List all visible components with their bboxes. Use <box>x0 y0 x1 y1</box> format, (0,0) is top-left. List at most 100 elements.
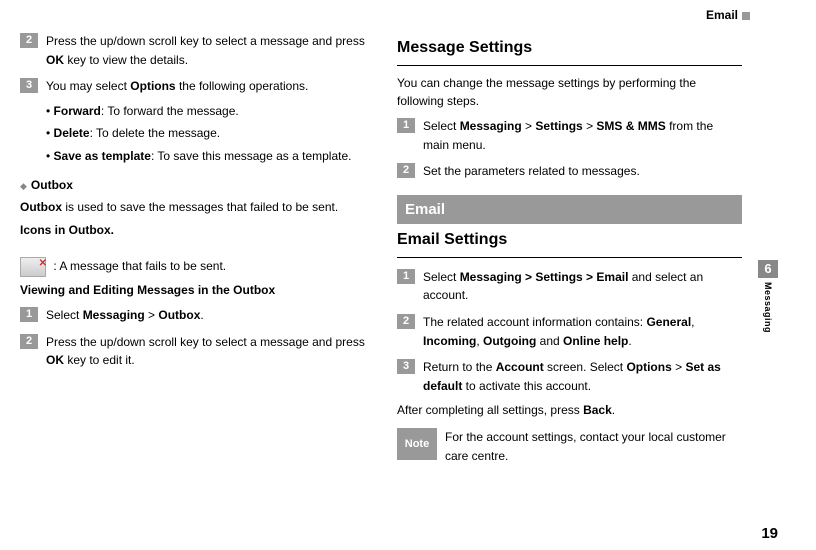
text: : A message that fails to be sent. <box>53 260 226 274</box>
chapter-number: 6 <box>758 260 778 278</box>
step-item: 3 Return to the Account screen. Select O… <box>397 358 742 395</box>
step-number-badge: 2 <box>20 33 38 48</box>
text: . <box>200 308 203 322</box>
step-text: Select Messaging > Outbox. <box>46 306 365 325</box>
header-square-icon <box>742 12 750 20</box>
bullet-item: • Save as template: To save this message… <box>46 147 365 166</box>
text: > <box>145 308 159 322</box>
text: You may select <box>46 79 130 93</box>
step-item: 1 Select Messaging > Settings > Email an… <box>397 268 742 305</box>
failed-message-icon <box>20 257 46 277</box>
text: Press the up/down scroll key to select a… <box>46 34 365 48</box>
text: After completing all settings, press <box>397 403 583 417</box>
text: and <box>536 334 563 348</box>
page-number: 19 <box>761 525 778 542</box>
text: Select <box>423 119 460 133</box>
text: Select <box>46 308 83 322</box>
step-number-badge: 1 <box>397 269 415 284</box>
step-number-badge: 1 <box>20 307 38 322</box>
step-text: You may select Options the following ope… <box>46 77 365 96</box>
text: > <box>522 119 536 133</box>
step-number-badge: 2 <box>20 334 38 349</box>
text: , <box>691 315 694 329</box>
step-text: Select Messaging > Settings > SMS & MMS … <box>423 117 742 154</box>
step-item: 2 The related account information contai… <box>397 313 742 350</box>
key-label: Settings <box>535 119 582 133</box>
step-text: Set the parameters related to messages. <box>423 162 742 181</box>
key-label: Account <box>496 360 544 374</box>
chapter-label: Messaging <box>763 282 773 333</box>
key-label: Messaging <box>460 119 522 133</box>
bullet-label: Delete <box>54 126 90 140</box>
bullet-text: : To forward the message. <box>101 104 239 118</box>
key-label: General <box>646 315 691 329</box>
note-block: Note For the account settings, contact y… <box>397 428 742 465</box>
bullet-item: • Forward: To forward the message. <box>46 102 365 121</box>
text: key to view the details. <box>64 53 188 67</box>
key-label: Outbox <box>158 308 200 322</box>
key-label: Messaging <box>83 308 145 322</box>
divider <box>397 65 742 66</box>
text: , <box>476 334 483 348</box>
header-title: Email <box>706 8 738 22</box>
key-label: Back <box>583 403 612 417</box>
key-label: Outgoing <box>483 334 536 348</box>
side-tab: 6 Messaging <box>758 260 778 333</box>
note-text: For the account settings, contact your l… <box>445 428 742 465</box>
text: to activate this account. <box>462 379 591 393</box>
step-text: The related account information contains… <box>423 313 742 350</box>
bullet-label: Forward <box>54 104 101 118</box>
step-item: 1 Select Messaging > Settings > SMS & MM… <box>397 117 742 154</box>
text-bold: Outbox <box>20 200 62 214</box>
heading-text: Outbox <box>31 178 73 192</box>
icons-heading: Icons in Outbox. <box>20 221 365 240</box>
key-label: Messaging > Settings > Email <box>460 270 629 284</box>
key-label: SMS & MMS <box>596 119 665 133</box>
text: Return to the <box>423 360 496 374</box>
key-label: Options <box>626 360 671 374</box>
key-label: Incoming <box>423 334 476 348</box>
text: Press the up/down scroll key to select a… <box>46 335 365 349</box>
section-heading: Message Settings <box>397 36 742 61</box>
step-text: Press the up/down scroll key to select a… <box>46 32 365 69</box>
paragraph: You can change the message settings by p… <box>397 74 742 111</box>
step-item: 2 Set the parameters related to messages… <box>397 162 742 181</box>
text: is used to save the messages that failed… <box>62 200 338 214</box>
paragraph: Outbox is used to save the messages that… <box>20 198 365 217</box>
step-text: Press the up/down scroll key to select a… <box>46 333 365 370</box>
step-number-badge: 3 <box>397 359 415 374</box>
step-item: 2 Press the up/down scroll key to select… <box>20 32 365 69</box>
text: . <box>628 334 631 348</box>
subsection-heading: Viewing and Editing Messages in the Outb… <box>20 281 365 300</box>
key-label: Online help <box>563 334 628 348</box>
text: the following operations. <box>176 79 309 93</box>
subsection-title: Outbox <box>20 176 365 195</box>
divider <box>397 257 742 258</box>
bullet-text: : To delete the message. <box>90 126 221 140</box>
email-banner: Email <box>397 195 742 224</box>
paragraph: After completing all settings, press Bac… <box>397 401 742 420</box>
text: The related account information contains… <box>423 315 646 329</box>
step-number-badge: 2 <box>397 163 415 178</box>
bullet-text: : To save this message as a template. <box>151 149 352 163</box>
step-number-badge: 1 <box>397 118 415 133</box>
note-badge: Note <box>397 428 437 460</box>
text: > <box>672 360 686 374</box>
text: key to edit it. <box>64 353 135 367</box>
step-number-badge: 2 <box>397 314 415 329</box>
step-number-badge: 3 <box>20 78 38 93</box>
text: . <box>612 403 615 417</box>
step-item: 3 You may select Options the following o… <box>20 77 365 96</box>
text: > <box>583 119 597 133</box>
step-text: Select Messaging > Settings > Email and … <box>423 268 742 305</box>
page-header: Email <box>20 8 756 22</box>
text: Select <box>423 270 460 284</box>
step-item: 1 Select Messaging > Outbox. <box>20 306 365 325</box>
text: screen. Select <box>544 360 627 374</box>
left-column: 2 Press the up/down scroll key to select… <box>20 32 365 465</box>
key-label: OK <box>46 353 64 367</box>
section-heading: Email Settings <box>397 228 742 253</box>
bullet-label: Save as template <box>54 149 151 163</box>
right-column: Message Settings You can change the mess… <box>397 32 742 465</box>
icon-description: : A message that fails to be sent. <box>20 257 365 277</box>
